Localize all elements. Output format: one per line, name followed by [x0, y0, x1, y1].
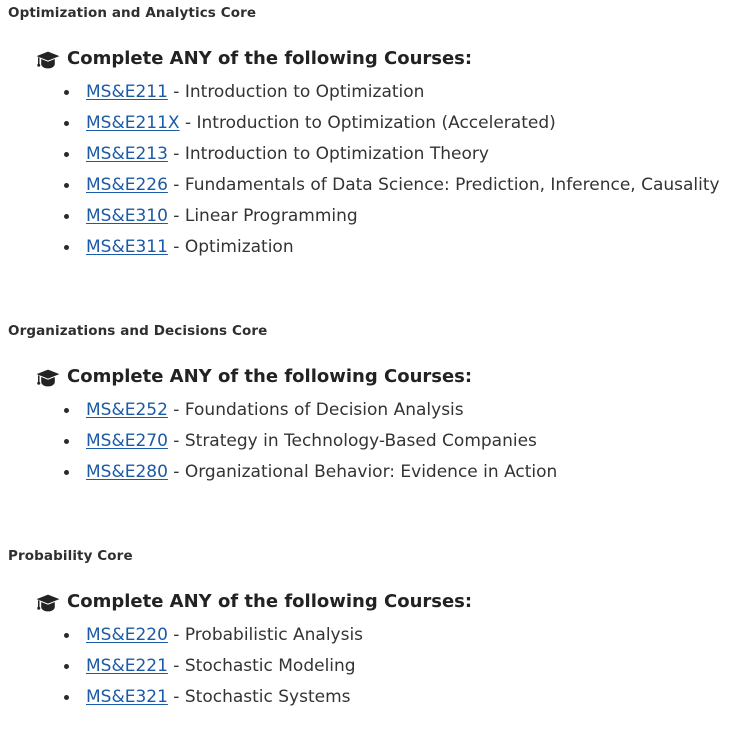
course-title: Probabilistic Analysis	[184, 625, 364, 645]
course-list-item-MSE280: MS&E280 - Organizational Behavior: Evide…	[8, 457, 743, 488]
requirement-rule-text: Complete ANY of the following Courses:	[67, 366, 473, 387]
course-title: Linear Programming	[184, 206, 358, 226]
course-list-item-MSE221: MS&E221 - Stochastic Modeling	[8, 651, 743, 682]
course-list: MS&E220 - Probabilistic Analysis MS&E221…	[8, 620, 743, 713]
course-title: Stochastic Systems	[184, 687, 351, 707]
course-code-link[interactable]: MS&E226	[86, 175, 168, 195]
requirement-rule-text: Complete ANY of the following Courses:	[67, 48, 473, 69]
requirement-group-title: Probability Core	[8, 548, 133, 564]
requirement-rule-text: Complete ANY of the following Courses:	[67, 591, 473, 612]
course-separator: -	[167, 144, 185, 164]
requirement-rule: Complete ANY of the following Courses:	[36, 48, 743, 70]
course-list-item-MSE213: MS&E213 - Introduction to Optimization T…	[8, 139, 743, 170]
course-list-item-MSE252: MS&E252 - Foundations of Decision Analys…	[8, 395, 743, 426]
course-title: Organizational Behavior: Evidence in Act…	[184, 462, 558, 482]
course-code-link[interactable]: MS&E220	[86, 625, 168, 645]
course-separator: -	[167, 400, 185, 420]
requirement-rule: Complete ANY of the following Courses:	[36, 591, 743, 613]
course-code-link[interactable]: MS&E211X	[86, 113, 180, 133]
course-code-link[interactable]: MS&E270	[86, 431, 168, 451]
course-title: Optimization	[184, 237, 294, 257]
course-list-item-MSE311: MS&E311 - Optimization	[8, 232, 743, 263]
course-separator: -	[167, 82, 185, 102]
course-list-item-MSE220: MS&E220 - Probabilistic Analysis	[8, 620, 743, 651]
course-code-link[interactable]: MS&E310	[86, 206, 168, 226]
course-code-link[interactable]: MS&E252	[86, 400, 168, 420]
course-title: Fundamentals of Data Science: Prediction…	[184, 175, 720, 195]
course-separator: -	[167, 462, 185, 482]
course-title: Introduction to Optimization Theory	[184, 144, 489, 164]
course-code-link[interactable]: MS&E213	[86, 144, 168, 164]
requirement-groups-container: Optimization and Analytics Core Complete…	[0, 0, 747, 713]
course-code-link[interactable]: MS&E221	[86, 656, 168, 676]
course-list-item-MSE310: MS&E310 - Linear Programming	[8, 201, 743, 232]
course-list-item-MSE270: MS&E270 - Strategy in Technology-Based C…	[8, 426, 743, 457]
course-separator: -	[167, 175, 185, 195]
course-title: Stochastic Modeling	[184, 656, 356, 676]
degree-requirements-page: Optimization and Analytics Core Complete…	[0, 0, 747, 756]
graduation-cap-icon	[36, 594, 60, 613]
requirement-rule: Complete ANY of the following Courses:	[36, 366, 743, 388]
course-code-link[interactable]: MS&E311	[86, 237, 168, 257]
requirement-group-title: Organizations and Decisions Core	[8, 323, 268, 339]
graduation-cap-icon	[36, 51, 60, 70]
course-title: Introduction to Optimization (Accelerate…	[196, 113, 556, 133]
requirement-group-2: Organizations and Decisions Core Complet…	[0, 318, 747, 488]
course-code-link[interactable]: MS&E280	[86, 462, 168, 482]
course-separator: -	[167, 431, 185, 451]
course-separator: -	[167, 625, 185, 645]
course-separator: -	[179, 113, 197, 133]
course-list-item-MSE321: MS&E321 - Stochastic Systems	[8, 682, 743, 713]
course-separator: -	[167, 206, 185, 226]
course-list-item-MSE226: MS&E226 - Fundamentals of Data Science: …	[8, 170, 743, 201]
course-title: Foundations of Decision Analysis	[184, 400, 464, 420]
course-separator: -	[167, 687, 185, 707]
requirement-group-3: Probability Core Complete ANY of the fol…	[0, 543, 747, 713]
course-separator: -	[167, 656, 185, 676]
course-code-link[interactable]: MS&E211	[86, 82, 168, 102]
requirement-group-1: Optimization and Analytics Core Complete…	[0, 0, 747, 263]
course-separator: -	[167, 237, 185, 257]
course-code-link[interactable]: MS&E321	[86, 687, 168, 707]
requirement-group-title: Optimization and Analytics Core	[8, 5, 257, 21]
course-title: Strategy in Technology-Based Companies	[184, 431, 537, 451]
course-list-item-MSE211X: MS&E211X - Introduction to Optimization …	[8, 108, 743, 139]
course-list: MS&E211 - Introduction to Optimization M…	[8, 77, 743, 263]
course-title: Introduction to Optimization	[184, 82, 425, 102]
course-list: MS&E252 - Foundations of Decision Analys…	[8, 395, 743, 488]
graduation-cap-icon	[36, 369, 60, 388]
course-list-item-MSE211: MS&E211 - Introduction to Optimization	[8, 77, 743, 108]
